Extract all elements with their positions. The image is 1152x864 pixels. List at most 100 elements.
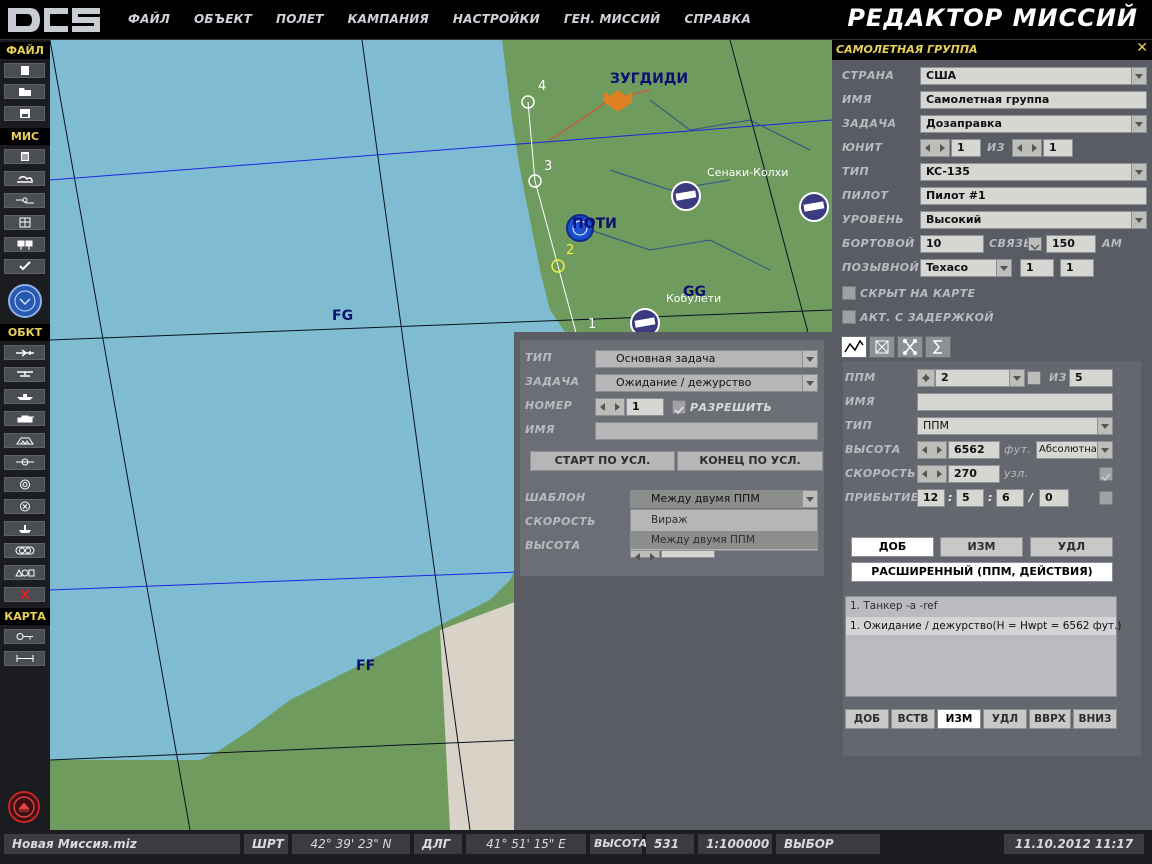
list-delete-button[interactable]: УДЛ (983, 709, 1027, 729)
unit-field[interactable]: 1 (951, 139, 981, 157)
delete-action-button[interactable]: УДЛ (1030, 537, 1113, 557)
menu-object[interactable]: ОБЪЕКТ (194, 12, 252, 26)
wp-alt-type-select[interactable]: Абсолютна (1036, 441, 1113, 459)
wp-eta-hour[interactable]: 5 (956, 489, 984, 507)
add-static-button[interactable] (4, 433, 45, 448)
task-number-stepper[interactable] (595, 398, 625, 416)
task-type-select[interactable]: Основная задача (595, 350, 818, 368)
airbase-marker-east[interactable] (799, 192, 829, 222)
radio-frequency-input[interactable]: 150 (1046, 235, 1096, 253)
menu-flight[interactable]: ПОЛЕТ (276, 12, 324, 26)
ruler-button[interactable] (4, 651, 45, 666)
country-select[interactable]: США (920, 67, 1147, 85)
unit-total-field[interactable]: 1 (1043, 139, 1073, 157)
add-aircraft-button[interactable] (4, 345, 45, 360)
list-insert-button[interactable]: ВСТВ (891, 709, 935, 729)
new-file-button[interactable] (4, 63, 45, 78)
wp-type-select[interactable]: ППМ (917, 417, 1113, 435)
add-template-button[interactable] (4, 455, 45, 470)
wp-speed-stepper[interactable] (917, 465, 947, 483)
add-vehicle-button[interactable] (4, 411, 45, 426)
template-option-orbit[interactable]: Вираж (631, 511, 817, 529)
open-file-button[interactable] (4, 84, 45, 99)
wp-total-field[interactable]: 5 (1069, 369, 1113, 387)
group-name-input[interactable]: Самолетная группа (920, 91, 1147, 109)
board-number-input[interactable]: 10 (920, 235, 984, 253)
aircraft-type-select[interactable]: KC-135 (920, 163, 1147, 181)
wp-name-input[interactable] (917, 393, 1113, 411)
wp-alt-input[interactable]: 6562 (948, 441, 1000, 459)
add-action-button[interactable]: ДОБ (851, 537, 934, 557)
task-number-field[interactable]: 1 (626, 398, 664, 416)
task-task-select[interactable]: Ожидание / дежурство (595, 374, 818, 392)
menu-file[interactable]: ФАЙЛ (128, 12, 170, 26)
add-ship-button[interactable] (4, 389, 45, 404)
save-icon (19, 109, 30, 118)
triggers-button[interactable] (4, 193, 45, 208)
tab-payload[interactable] (869, 336, 895, 358)
start-condition-button[interactable]: СТАРТ ПО УСЛ. (530, 451, 675, 471)
wp-eta-lock-checkbox[interactable] (1099, 491, 1113, 505)
section-file: ФАЙЛ (0, 42, 50, 59)
advanced-actions-button[interactable]: РАСШИРЕННЫЙ (ППМ, ДЕЙСТВИЯ) (851, 562, 1113, 582)
unit-stepper[interactable] (920, 139, 950, 157)
group-button[interactable] (4, 543, 45, 558)
eject-button[interactable] (8, 791, 40, 823)
airbase-marker-senaki[interactable] (671, 181, 701, 211)
wp-eta-day[interactable]: 12 (917, 489, 945, 507)
tab-triggered-actions[interactable] (897, 336, 923, 358)
weather-icon (16, 176, 33, 183)
unit-total-stepper[interactable] (1012, 139, 1042, 157)
weather-button[interactable] (4, 171, 45, 186)
radio-toggle[interactable] (1028, 237, 1042, 251)
action-item-tanker[interactable]: 1. Танкер -a -ref (846, 597, 1116, 615)
trigger-zone-button[interactable] (4, 477, 45, 492)
briefing-button[interactable] (4, 149, 45, 164)
task-name-input[interactable] (595, 422, 818, 440)
skill-select[interactable]: Высокий (920, 211, 1147, 229)
pilot-input[interactable]: Пилот #1 (920, 187, 1147, 205)
wp-eta-minute[interactable]: 6 (996, 489, 1024, 507)
list-down-button[interactable]: ВНИЗ (1073, 709, 1117, 729)
late-activation-checkbox[interactable] (842, 310, 856, 324)
fly-mission-button[interactable] (8, 284, 42, 318)
map-options-button[interactable] (4, 629, 45, 644)
add-helicopter-button[interactable] (4, 367, 45, 382)
task-template-select[interactable]: Между двумя ППМ (630, 490, 818, 508)
tab-summary[interactable] (925, 336, 951, 358)
wp-eta-second[interactable]: 0 (1039, 489, 1069, 507)
wp-speed-lock-checkbox[interactable] (1099, 467, 1113, 482)
task-enable-checkbox[interactable] (672, 400, 686, 415)
nav-point-button[interactable] (4, 499, 45, 514)
menu-help[interactable]: СПРАВКА (684, 12, 751, 26)
goals-button[interactable] (4, 215, 45, 230)
delete-button[interactable] (4, 587, 45, 602)
menu-mission-gen[interactable]: ГЕН. МИССИЙ (564, 12, 661, 26)
list-up-button[interactable]: ВВРХ (1029, 709, 1071, 729)
template-option-race-track[interactable]: Между двумя ППМ (631, 531, 817, 549)
coalitions-button[interactable] (4, 237, 45, 252)
wp-alt-stepper[interactable] (917, 441, 947, 459)
callsign-select[interactable]: Texaco (920, 259, 1012, 277)
wp-next-button[interactable] (1027, 371, 1041, 385)
task-select[interactable]: Дозаправка (920, 115, 1147, 133)
save-file-button[interactable] (4, 106, 45, 121)
edit-action-button[interactable]: ИЗМ (940, 537, 1023, 557)
wp-speed-input[interactable]: 270 (948, 465, 1000, 483)
list-add-button[interactable]: ДОБ (845, 709, 889, 729)
tab-route[interactable] (841, 336, 867, 358)
shapes-button[interactable] (4, 565, 45, 580)
list-edit-button[interactable]: ИЗМ (937, 709, 981, 729)
callsign-number-1[interactable]: 1 (1020, 259, 1054, 277)
check-button[interactable] (4, 259, 45, 274)
callsign-number-2[interactable]: 1 (1060, 259, 1094, 277)
action-item-orbit[interactable]: 1. Ожидание / дежурство(H = Hwpt = 6562 … (846, 617, 1122, 635)
hidden-on-map-checkbox[interactable] (842, 286, 856, 300)
wp-select[interactable]: 2 (935, 369, 1025, 387)
stop-condition-button[interactable]: КОНЕЦ ПО УСЛ. (677, 451, 823, 471)
wp-stepper[interactable] (917, 369, 935, 387)
menu-settings[interactable]: НАСТРОЙКИ (453, 12, 540, 26)
ground-unit-button[interactable] (4, 521, 45, 536)
menu-campaign[interactable]: КАМПАНИЯ (348, 12, 429, 26)
close-icon[interactable]: ✕ (1136, 40, 1148, 56)
